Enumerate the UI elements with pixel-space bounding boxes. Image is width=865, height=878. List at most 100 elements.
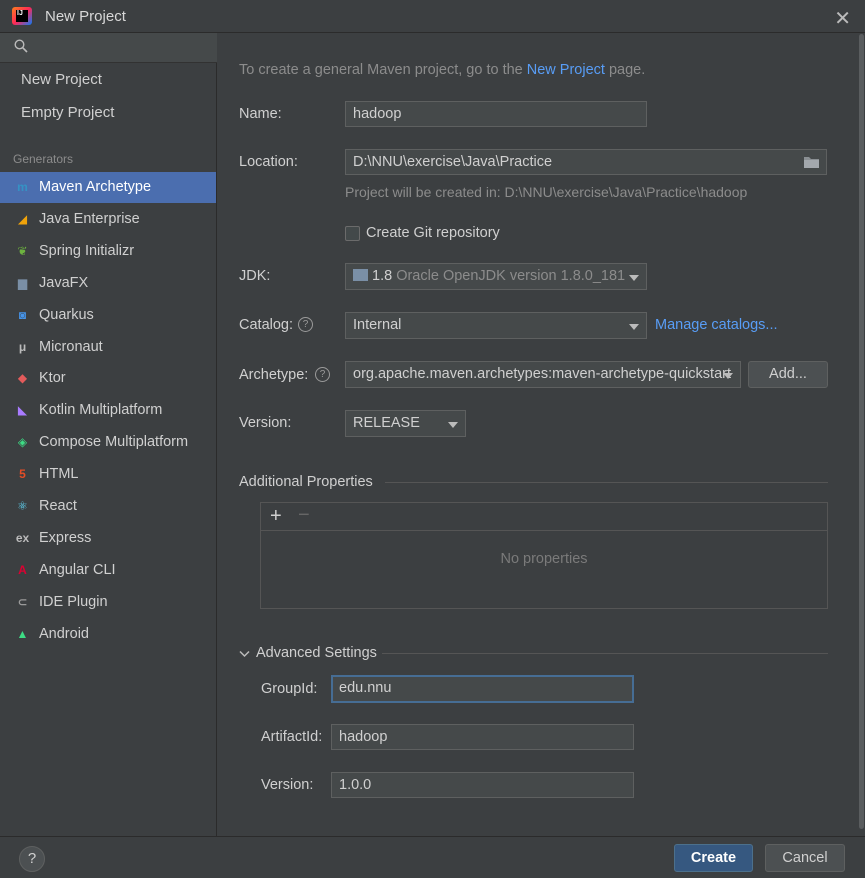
version-label: Version: [239, 415, 292, 431]
generator-item[interactable]: ◆ Ktor [0, 363, 216, 394]
add-property-button[interactable]: + [270, 505, 282, 528]
generator-item[interactable]: ⚛ React [0, 491, 216, 522]
artifactid-label: ArtifactId: [261, 729, 323, 745]
cancel-button[interactable]: Cancel [765, 844, 845, 872]
folder-icon[interactable] [803, 154, 820, 169]
generator-item[interactable]: m Maven Archetype [0, 172, 216, 203]
artifactid-field[interactable]: hadoop [331, 724, 634, 750]
location-hint: Project will be created in: D:\NNU\exerc… [345, 184, 748, 200]
groupid-field[interactable]: edu.nnu [331, 675, 634, 703]
name-label: Name: [239, 106, 282, 122]
properties-table: + − No properties [260, 502, 828, 609]
generator-item[interactable]: ❦ Spring Initializr [0, 236, 216, 267]
jdk-select[interactable]: 1.8 Oracle OpenJDK version 1.8.0_181 [345, 263, 647, 290]
new-project-link[interactable]: New Project [527, 62, 605, 78]
generator-label: HTML [39, 466, 79, 483]
android-icon: ▲ [16, 626, 29, 641]
kotlin-icon: ◣ [17, 403, 28, 418]
generator-item[interactable]: μ Micronaut [0, 332, 216, 363]
chevron-down-icon [448, 422, 458, 428]
ktor-icon: ◆ [17, 371, 28, 386]
generator-item[interactable]: ▲ Android [0, 619, 216, 650]
location-field[interactable]: D:\NNU\exercise\Java\Practice [345, 149, 827, 175]
generator-item[interactable]: ⊂ IDE Plugin [0, 587, 216, 618]
generator-label: Express [39, 529, 92, 546]
generator-item[interactable]: ex Express [0, 523, 216, 554]
advanced-settings-label: Advanced Settings [256, 645, 377, 661]
compose-icon: ◈ [17, 435, 28, 450]
catalog-label: Catalog: [239, 317, 294, 333]
html5-icon: 5 [19, 467, 26, 482]
quarkus-icon: ◙ [18, 307, 27, 322]
intro-text: To create a general Maven project, go to… [239, 62, 646, 78]
chevron-down-icon [629, 324, 639, 330]
javafx-folder-icon: ▆ [17, 275, 28, 290]
catalog-help-icon[interactable]: ? [298, 317, 313, 332]
generator-item[interactable]: ◙ Quarkus [0, 300, 216, 331]
maven-icon: m [17, 180, 28, 194]
empty-properties-text: No properties [500, 551, 588, 567]
generator-item[interactable]: 5 HTML [0, 459, 216, 490]
generator-label: Compose Multiplatform [39, 434, 189, 451]
chevron-down-icon [239, 650, 250, 658]
sidebar-link-empty-project[interactable]: Empty Project [21, 104, 114, 121]
git-label[interactable]: Create Git repository [366, 225, 500, 241]
react-icon: ⚛ [17, 499, 28, 513]
search-input[interactable] [0, 33, 217, 63]
scrollbar-thumb[interactable] [859, 34, 864, 829]
generator-item[interactable]: A Angular CLI [0, 555, 216, 586]
divider [385, 482, 828, 483]
intellij-logo-icon: IJ [12, 7, 32, 25]
generator-label: IDE Plugin [39, 593, 108, 610]
archetype-select[interactable]: org.apache.maven.archetypes:maven-archet… [345, 361, 741, 388]
catalog-select[interactable]: Internal [345, 312, 647, 339]
window-title: New Project [45, 8, 126, 25]
plugin-icon: ⊂ [17, 594, 28, 609]
git-checkbox[interactable] [345, 226, 360, 241]
search-icon [14, 39, 28, 53]
jdk-folder-icon [353, 269, 368, 281]
properties-toolbar: + − [261, 503, 827, 531]
create-button[interactable]: Create [674, 844, 753, 872]
generator-item[interactable]: ▆ JavaFX [0, 268, 216, 299]
archetype-help-icon[interactable]: ? [315, 367, 330, 382]
generator-label: React [39, 498, 77, 514]
generator-item[interactable]: ◢ Java Enterprise [0, 204, 216, 235]
archetype-label: Archetype: [239, 367, 309, 383]
generator-label: JavaFX [39, 274, 89, 291]
java-enterprise-icon: ◢ [17, 211, 28, 226]
additional-properties-header: Additional Properties [239, 474, 373, 490]
generator-label: Angular CLI [39, 561, 116, 578]
divider [382, 653, 828, 654]
jdk-label: JDK: [239, 268, 271, 284]
name-field[interactable]: hadoop [345, 101, 647, 127]
sidebar-link-new-project[interactable]: New Project [21, 71, 102, 88]
chevron-down-icon [723, 373, 733, 379]
generator-label: Quarkus [39, 306, 94, 323]
location-label: Location: [239, 154, 298, 170]
spring-icon: ❦ [17, 243, 28, 258]
generators-header: Generators [13, 152, 74, 166]
angular-icon: A [18, 562, 27, 577]
version-select[interactable]: RELEASE [345, 410, 466, 437]
advanced-version-label: Version: [261, 777, 314, 793]
generator-label: Android [39, 625, 89, 642]
generator-label: Kotlin Multiplatform [39, 402, 163, 419]
generator-item[interactable]: ◣ Kotlin Multiplatform [0, 395, 216, 426]
generator-label: Ktor [39, 370, 66, 387]
express-icon: ex [15, 530, 30, 545]
groupid-label: GroupId: [261, 681, 318, 697]
chevron-down-icon [629, 275, 639, 281]
micronaut-icon: μ [18, 339, 27, 354]
help-button[interactable]: ? [19, 846, 45, 872]
generator-item[interactable]: ◈ Compose Multiplatform [0, 427, 216, 458]
sidebar: New Project Empty Project Generators m Ma… [0, 33, 217, 836]
generator-label: Java Enterprise [39, 210, 140, 227]
manage-catalogs-link[interactable]: Manage catalogs... [655, 317, 778, 333]
add-archetype-button[interactable]: Add... [748, 361, 828, 388]
advanced-version-field[interactable]: 1.0.0 [331, 772, 634, 798]
close-icon[interactable]: ✕ [834, 6, 851, 31]
title-bar: IJ New Project ✕ [0, 0, 865, 33]
generator-label: Micronaut [39, 338, 103, 355]
remove-property-button[interactable]: − [298, 504, 310, 527]
